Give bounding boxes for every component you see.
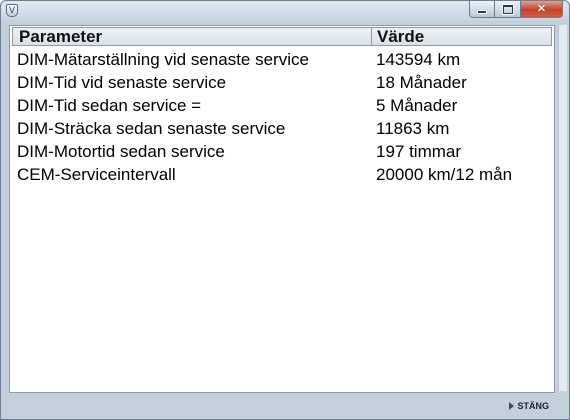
maximize-icon (502, 4, 513, 14)
table-row[interactable]: DIM-Motortid sedan service 197 timmar (10, 140, 554, 163)
column-divider[interactable] (371, 28, 372, 45)
parameter-cell: DIM-Tid sedan service = (17, 96, 202, 115)
footer-bar: STÄNG (1, 393, 569, 419)
table-row[interactable]: DIM-Mätarställning vid senaste service 1… (10, 48, 554, 71)
stang-label: STÄNG (517, 401, 550, 411)
stang-button[interactable]: STÄNG (508, 399, 550, 413)
column-header-parameter[interactable]: Parameter (19, 28, 102, 47)
column-header-value[interactable]: Värde (377, 28, 424, 47)
parameter-cell: DIM-Tid vid senaste service (17, 73, 227, 92)
vertical-scrollbar[interactable] (558, 25, 567, 391)
window-close-button[interactable]: ✕ (521, 1, 563, 18)
table-row[interactable]: DIM-Tid sedan service = 5 Månader (10, 94, 554, 117)
parameter-cell: CEM-Serviceintervall (17, 165, 176, 184)
minimize-icon (477, 10, 487, 14)
parameter-cell: DIM-Sträcka sedan senaste service (17, 119, 286, 138)
service-info-window: V ✕ Parameter Värde DIM-Mätarställning v… (0, 0, 570, 420)
caption-buttons: ✕ (469, 1, 563, 19)
maximize-button[interactable] (495, 1, 521, 18)
value-cell: 20000 km/12 mån (376, 165, 513, 184)
table-header: Parameter Värde (12, 27, 552, 46)
value-cell: 11863 km (376, 119, 450, 138)
value-cell: 143594 km (376, 50, 461, 69)
play-arrow-icon (508, 402, 514, 410)
minimize-button[interactable] (469, 1, 495, 18)
table-row[interactable]: CEM-Serviceintervall 20000 km/12 mån (10, 163, 554, 186)
table-row[interactable]: DIM-Tid vid senaste service 18 Månader (10, 71, 554, 94)
value-cell: 18 Månader (376, 73, 467, 92)
close-icon: ✕ (536, 2, 547, 15)
table-row[interactable]: DIM-Sträcka sedan senaste service 11863 … (10, 117, 554, 140)
shield-icon[interactable]: V (6, 4, 18, 17)
value-cell: 5 Månader (376, 96, 458, 115)
table-body: DIM-Mätarställning vid senaste service 1… (10, 48, 554, 186)
title-bar[interactable]: V ✕ (1, 1, 569, 21)
parameter-cell: DIM-Motortid sedan service (17, 142, 225, 161)
parameter-cell: DIM-Mätarställning vid senaste service (17, 50, 309, 69)
value-cell: 197 timmar (376, 142, 462, 161)
parameter-table: Parameter Värde DIM-Mätarställning vid s… (9, 25, 555, 393)
